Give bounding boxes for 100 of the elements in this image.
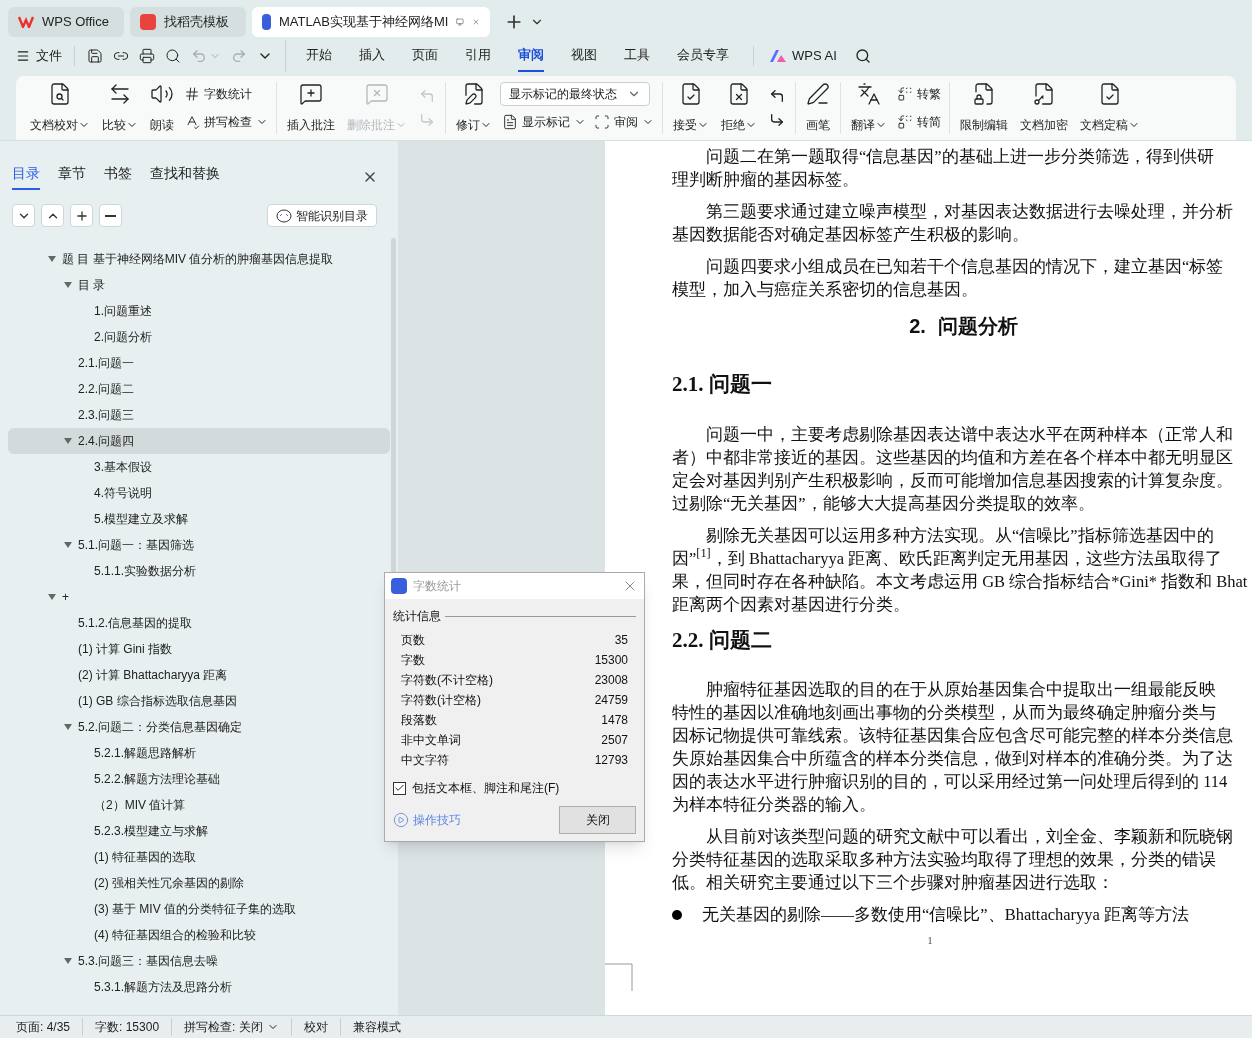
stat-value: 35: [614, 632, 628, 649]
triangle-down-icon[interactable]: [64, 723, 72, 731]
outline-item[interactable]: 5.3.问题三：基因信息去噪: [8, 948, 390, 974]
stat-value: 23008: [594, 672, 628, 689]
outline-item[interactable]: 5.2.问题二：分类信息基因确定: [8, 714, 390, 740]
outline-item[interactable]: 2.3.问题三: [8, 402, 390, 428]
menu-tab[interactable]: 工具: [624, 40, 650, 72]
menu-tab[interactable]: 页面: [412, 40, 438, 72]
outline-item[interactable]: (1) 特征基因的选取: [8, 844, 390, 870]
paragraph-line: 问题二在第一题取得“信息基因”的基础上进一步分类筛选，得到供研: [705, 146, 1215, 168]
file-menu[interactable]: 文件: [16, 46, 75, 66]
status-text: 兼容模式: [339, 1018, 413, 1036]
outline-item[interactable]: 题 目 基于神经网络MIV 值分析的肿瘤基因信息提取: [8, 246, 390, 272]
ribbon-button[interactable]: 插入批注: [283, 82, 339, 134]
check-icon: [394, 782, 405, 794]
outline-item[interactable]: 2.2.问题二: [8, 376, 390, 402]
paragraph-line: 从目前对该类型问题的研究文献中可以看出，刘全金、李颖新和阮晓钢: [705, 826, 1234, 848]
close-button[interactable]: 关闭: [559, 806, 636, 834]
menu-tab[interactable]: 插入: [359, 40, 385, 72]
ribbon-button[interactable]: 比较: [98, 82, 142, 134]
outline-item[interactable]: 2.4.问题四: [8, 428, 390, 454]
triangle-down-icon[interactable]: [64, 541, 72, 549]
status-menu[interactable]: 拼写检查: 关闭: [171, 1018, 291, 1036]
triangle-down-icon[interactable]: [64, 281, 72, 289]
document-key-icon: [1032, 82, 1056, 106]
outline-item[interactable]: 3.基本假设: [8, 454, 390, 480]
menu-tab[interactable]: 会员专享: [677, 40, 729, 72]
paragraph-line: 特性的基因以准确地刻画出事物的分类模型，从而为最终确定肿瘤分类与: [672, 702, 1217, 724]
window-tab[interactable]: MATLAB实现基于神经网络MI: [252, 7, 490, 37]
menu-tab[interactable]: 开始: [306, 40, 332, 72]
ribbon-button[interactable]: 审阅: [592, 110, 656, 134]
sidebar-tab[interactable]: 查找和替换: [150, 163, 220, 190]
ribbon-button[interactable]: 画笔: [802, 82, 834, 134]
outline-item[interactable]: 5.模型建立及求解: [8, 506, 390, 532]
outline-item[interactable]: (2) 强相关性冗余基因的剔除: [8, 870, 390, 896]
outline-item[interactable]: 4.符号说明: [8, 480, 390, 506]
ribbon-button[interactable]: 翻译: [847, 82, 891, 134]
outline-tool-button[interactable]: [99, 204, 122, 227]
stat-value: 1478: [601, 712, 628, 729]
paragraph-line: 基因数据能否对确定基因标签产生积极的影响。: [672, 224, 1030, 246]
triangle-down-icon[interactable]: [64, 437, 72, 445]
save-icon[interactable]: [87, 48, 103, 64]
smart-toc-button[interactable]: 智能识别目录: [267, 204, 377, 227]
menu-tab[interactable]: 引用: [465, 40, 491, 72]
chapter-number: 2.: [909, 314, 926, 339]
triangle-down-icon[interactable]: [48, 593, 56, 601]
ribbon-button[interactable]: 转简: [895, 110, 943, 134]
triangle-down-icon[interactable]: [64, 957, 72, 965]
ribbon-button[interactable]: 字数统计: [182, 82, 270, 106]
window-tab[interactable]: 找稻壳模板: [130, 7, 246, 37]
monitor-icon: [456, 15, 465, 29]
ribbon-button[interactable]: 拒绝: [717, 82, 761, 134]
paragraph-line: 低。相关研究主要通过以下三个步骤对肿瘤基因进行选取：: [672, 872, 1115, 894]
checkbox[interactable]: [393, 781, 406, 795]
outline-item[interactable]: (3) 基于 MIV 值的分类特征子集的选取: [8, 896, 390, 922]
menu-tab[interactable]: 审阅: [518, 40, 544, 72]
bullet-icon: [672, 910, 682, 921]
markup-dropdown[interactable]: 显示标记的最终状态: [500, 82, 650, 106]
outline-item[interactable]: +: [8, 584, 390, 610]
menu-tab[interactable]: 视图: [571, 40, 597, 72]
outline-item[interactable]: 5.3.1.解题方法及思路分析: [8, 974, 390, 1000]
outline-item[interactable]: 2.问题分析: [8, 324, 390, 350]
outline-item[interactable]: (4) 特征基因组合的检验和比较: [8, 922, 390, 948]
outline-item[interactable]: 5.1.问题一：基因筛选: [8, 532, 390, 558]
ribbon-button[interactable]: 文档加密: [1016, 82, 1072, 134]
paragraph-line: 剔除无关基因可以运用多种方法实现。从“信噪比”指标筛选基因中的: [705, 524, 1215, 547]
paragraph-line: 因标记物提供可靠线索。该特征基因集合应包含尽可能完整的样本分类信息: [672, 725, 1234, 747]
document-search-icon: [48, 82, 72, 106]
triangle-down-icon[interactable]: [48, 255, 56, 263]
outline-tool-button[interactable]: [70, 204, 93, 227]
outline-item[interactable]: 1.问题重述: [8, 298, 390, 324]
paragraph-line: 距离两个因素对基因进行分类。: [672, 593, 911, 616]
ribbon-button[interactable]: 限制编辑: [956, 82, 1012, 134]
ai-button[interactable]: WPS AI: [792, 46, 837, 66]
print-icon[interactable]: [139, 48, 155, 64]
checkbox-label: 包括文本框、脚注和尾注(F): [412, 780, 560, 797]
window-tab[interactable]: WPS Office: [8, 7, 124, 37]
status-button[interactable]: 校对: [290, 1018, 340, 1036]
pen-icon: [806, 82, 830, 106]
outline-item[interactable]: 2.1.问题一: [8, 350, 390, 376]
ribbon-button[interactable]: 显示标记: [500, 110, 588, 134]
stat-value: 24759: [594, 692, 628, 709]
section-label: 统计信息: [393, 608, 441, 625]
ribbon-button[interactable]: 拼写检查: [182, 110, 270, 134]
paragraph-line: 第三题要求通过建立噪声模型，对基因表达数据进行去噪处理，并分析: [705, 201, 1234, 223]
search-icon[interactable]: [854, 48, 871, 64]
paragraph-line: 模型，加入与癌症关系密切的信息基因。: [672, 279, 979, 301]
sidebar-tab[interactable]: 书签: [104, 163, 132, 190]
ribbon-button[interactable]: 接受: [669, 82, 713, 134]
ribbon-button[interactable]: 文档校对: [26, 82, 94, 134]
ribbon-button[interactable]: 朗读: [146, 82, 178, 134]
print-preview-icon[interactable]: [165, 48, 181, 64]
sidebar-tab[interactable]: 目录: [12, 163, 40, 190]
ribbon-button[interactable]: 修订: [452, 82, 496, 134]
sidebar-tab[interactable]: 章节: [58, 163, 86, 190]
app-icon: [140, 14, 156, 30]
page-number: 1: [926, 932, 934, 948]
outline-item[interactable]: 目 录: [8, 272, 390, 298]
ribbon-button[interactable]: 转繁: [895, 82, 943, 106]
ribbon-button[interactable]: 文档定稿: [1076, 82, 1144, 134]
